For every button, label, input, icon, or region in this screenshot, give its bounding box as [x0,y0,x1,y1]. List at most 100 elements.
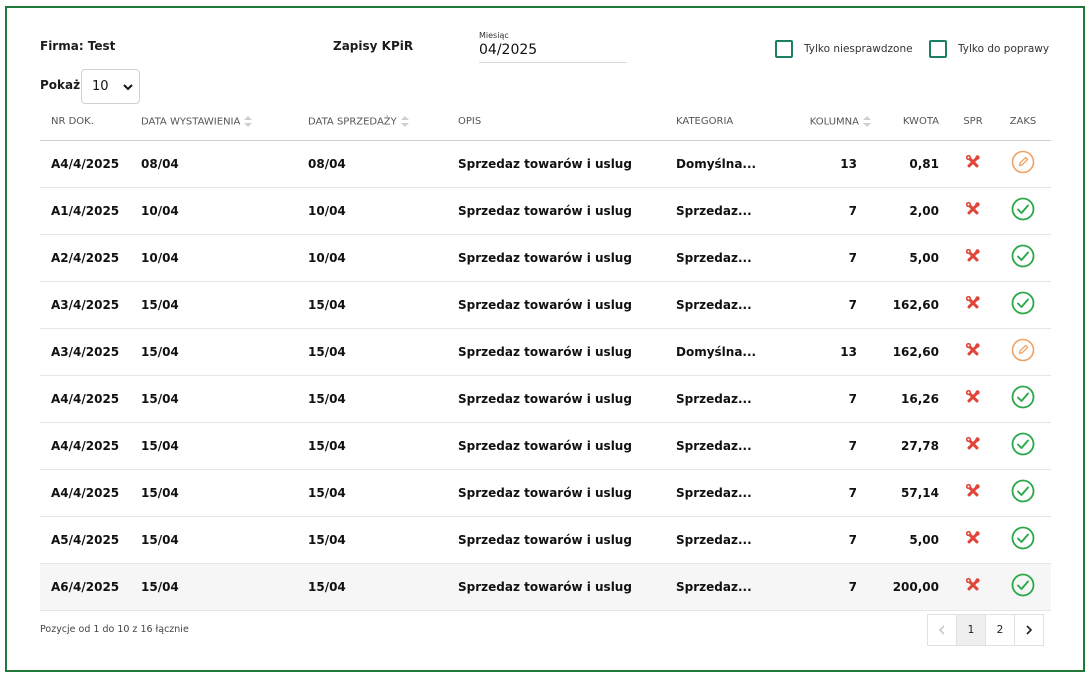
amount-cell: 200,00 [871,563,951,611]
check-circle-icon[interactable] [1011,291,1035,318]
col-header-kwota[interactable]: KWOTA [871,104,951,141]
kpir-panel: Firma: Test Zapisy KPiR Miesiąc 04/2025 … [5,6,1085,672]
prev-page-button[interactable] [927,614,957,646]
spr-cell [951,375,995,423]
month-field[interactable]: Miesiąc 04/2025 [479,31,627,63]
amount-cell: 5,00 [871,516,951,564]
col-header-kategoria[interactable]: KATEGORIA [676,104,789,141]
sale-date-cell: 10/04 [308,234,458,282]
tools-icon[interactable] [965,248,981,267]
doc-number-cell: A5/4/2025 [40,516,141,564]
check-circle-icon[interactable] [1011,479,1035,506]
check-circle-icon[interactable] [1011,244,1035,271]
category-cell: Sprzedaz... [676,516,789,564]
tools-icon[interactable] [965,201,981,220]
tools-icon[interactable] [965,483,981,502]
chevron-right-icon [1026,625,1033,635]
table-row[interactable]: A4/4/2025 15/04 15/04 Sprzedaz towarów i us… [40,422,1051,470]
table-row[interactable]: A3/4/2025 15/04 15/04 Sprzedaz towarów i us… [40,328,1051,376]
col-header-data-sprzedazy[interactable]: DATA SPRZEDAŻY [308,104,458,141]
check-circle-icon[interactable] [1011,432,1035,459]
doc-number-cell: A4/4/2025 [40,140,141,188]
filter-unchecked-checkbox[interactable]: Tylko niesprawdzone [775,40,913,58]
issue-date-cell: 15/04 [141,375,308,423]
check-circle-icon[interactable] [1011,385,1035,412]
table-row[interactable]: A4/4/2025 08/04 08/04 Sprzedaz towarów i us… [40,140,1051,188]
issue-date-cell: 10/04 [141,234,308,282]
tools-icon[interactable] [965,389,981,408]
col-header-nr[interactable]: NR DOK. [40,104,141,141]
col-header-spr[interactable]: SPR [951,104,995,141]
check-circle-icon[interactable] [1011,573,1035,600]
tools-icon[interactable] [965,342,981,361]
amount-cell: 0,81 [871,140,951,188]
sort-icon[interactable] [863,116,871,127]
col-header-data-wystawienia[interactable]: DATA WYSTAWIENIA [141,104,308,141]
table-row[interactable]: A5/4/2025 15/04 15/04 Sprzedaz towarów i us… [40,516,1051,564]
issue-date-cell: 15/04 [141,281,308,329]
tools-icon[interactable] [965,530,981,549]
issue-date-cell: 10/04 [141,187,308,235]
page-size-value: 10 [92,79,109,94]
issue-date-cell: 08/04 [141,140,308,188]
table-row[interactable]: A4/4/2025 15/04 15/04 Sprzedaz towarów i us… [40,469,1051,517]
filter-fix-label[interactable]: Tylko do poprawy [958,43,1049,55]
checkbox-box[interactable] [929,40,947,58]
pencil-circle-icon[interactable] [1011,150,1035,177]
zaks-cell [995,187,1051,235]
page-button-1[interactable]: 1 [956,614,986,646]
month-field-value[interactable]: 04/2025 [479,42,537,58]
category-cell: Sprzedaz... [676,187,789,235]
tools-icon[interactable] [965,436,981,455]
col-header-label: OPIS [458,116,482,128]
page-button-2[interactable]: 2 [985,614,1015,646]
next-page-button[interactable] [1014,614,1044,646]
tools-icon[interactable] [965,295,981,314]
filter-fix-checkbox[interactable]: Tylko do poprawy [929,40,1049,58]
table-row[interactable]: A2/4/2025 10/04 10/04 Sprzedaz towarów i us… [40,234,1051,282]
col-header-zaks[interactable]: ZAKS [995,104,1051,141]
sort-icon[interactable] [244,116,253,127]
pencil-circle-icon[interactable] [1011,338,1035,365]
tools-icon[interactable] [965,577,981,596]
amount-cell: 5,00 [871,234,951,282]
doc-number-cell: A3/4/2025 [40,281,141,329]
description-cell: Sprzedaz towarów i uslug [458,469,676,517]
table-row[interactable]: A3/4/2025 15/04 15/04 Sprzedaz towarów i us… [40,281,1051,329]
sort-icon[interactable] [400,116,409,127]
column-cell: 7 [789,187,871,235]
check-circle-icon[interactable] [1011,526,1035,553]
issue-date-cell: 15/04 [141,516,308,564]
doc-number-cell: A3/4/2025 [40,328,141,376]
spr-cell [951,234,995,282]
amount-cell: 2,00 [871,187,951,235]
column-cell: 7 [789,563,871,611]
category-cell: Sprzedaz... [676,469,789,517]
description-cell: Sprzedaz towarów i uslug [458,140,676,188]
spr-cell [951,140,995,188]
spr-cell [951,422,995,470]
table-row[interactable]: A4/4/2025 15/04 15/04 Sprzedaz towarów i us… [40,375,1051,423]
doc-number-cell: A2/4/2025 [40,234,141,282]
doc-number-cell: A1/4/2025 [40,187,141,235]
col-header-kolumna[interactable]: KOLUMNA [789,104,871,141]
filter-unchecked-label[interactable]: Tylko niesprawdzone [804,43,913,55]
tools-icon[interactable] [965,154,981,173]
amount-cell: 162,60 [871,328,951,376]
zaks-cell [995,469,1051,517]
description-cell: Sprzedaz towarów i uslug [458,328,676,376]
table-row[interactable]: A6/4/2025 15/04 15/04 Sprzedaz towarów i us… [40,563,1051,611]
spr-cell [951,469,995,517]
table-row[interactable]: A1/4/2025 10/04 10/04 Sprzedaz towarów i us… [40,187,1051,235]
col-header-opis[interactable]: OPIS [458,104,676,141]
col-header-label: ZAKS [1009,116,1037,128]
check-circle-icon[interactable] [1011,197,1035,224]
zaks-cell [995,234,1051,282]
spr-cell [951,563,995,611]
page-size-select[interactable]: 10 [81,69,140,104]
col-header-label: KWOTA [902,116,939,128]
amount-cell: 16,26 [871,375,951,423]
amount-cell: 57,14 [871,469,951,517]
checkbox-box[interactable] [775,40,793,58]
issue-date-cell: 15/04 [141,422,308,470]
